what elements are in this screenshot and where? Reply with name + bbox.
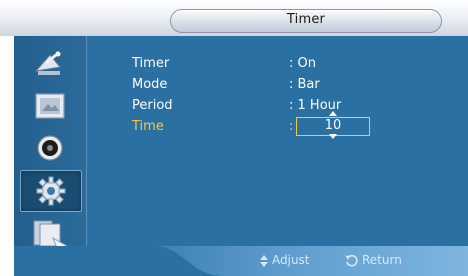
category-sidebar <box>14 36 86 262</box>
title-bar: Timer <box>0 0 468 36</box>
help-adjust: Adjust <box>260 253 310 267</box>
sidebar-item-sound[interactable] <box>20 128 80 168</box>
sidebar-divider <box>86 36 87 262</box>
spinner-up-arrow-icon[interactable] <box>329 111 337 116</box>
setting-label: Timer <box>132 56 170 71</box>
return-icon <box>345 254 358 267</box>
help-bar: Adjust Return <box>14 246 468 276</box>
sidebar-item-input[interactable] <box>20 44 80 84</box>
setting-label: Mode <box>132 77 168 92</box>
setting-label: Period <box>132 98 173 113</box>
time-spinner-value: 10 <box>324 118 342 133</box>
speaker-icon <box>37 135 63 161</box>
setting-label: Time <box>132 119 164 134</box>
satellite-dish-icon <box>34 51 61 75</box>
up-down-arrows-icon <box>260 254 268 267</box>
picture-frame-icon <box>35 93 65 119</box>
setting-value: : Bar <box>289 77 320 92</box>
time-spinner[interactable]: 10 <box>296 111 370 139</box>
title-pill: Timer <box>170 9 442 33</box>
sidebar-item-picture[interactable] <box>20 86 80 126</box>
menu-body: Timer : On Mode : Bar Period : 1 Hour Ti… <box>14 36 468 276</box>
gear-icon <box>36 176 66 206</box>
help-return: Return <box>345 253 402 267</box>
menu-title: Timer <box>286 12 326 27</box>
help-return-label: Return <box>362 253 402 267</box>
setting-value: : On <box>289 56 316 71</box>
sidebar-item-setup[interactable] <box>20 170 82 212</box>
setting-value-separator: : <box>289 119 294 134</box>
osd-menu: Timer Timer: On Mode: Bar Period: 1 H… <box>0 0 468 276</box>
spinner-down-arrow-icon[interactable] <box>329 134 337 139</box>
help-adjust-label: Adjust <box>272 253 310 267</box>
